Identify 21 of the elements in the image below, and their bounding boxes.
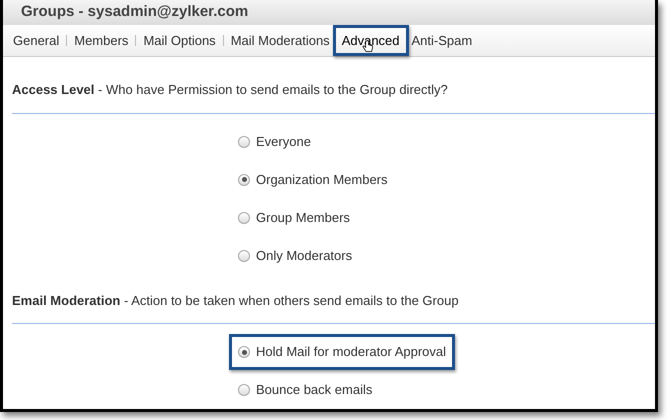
- radio-button[interactable]: [238, 384, 250, 396]
- radio-button[interactable]: [238, 136, 250, 148]
- radio-option[interactable]: Hold Mail for moderator Approval: [229, 334, 456, 370]
- radio-option[interactable]: Everyone: [229, 124, 320, 160]
- tab[interactable]: Mail Moderations: [230, 30, 330, 50]
- section-heading: Email Moderation - Action to be taken when others send emails to the Group: [11, 292, 460, 310]
- window-title: Groups - sysadmin@zylker.com: [21, 2, 248, 22]
- radio-option[interactable]: Organization Members: [229, 162, 396, 198]
- tab[interactable]: Mail Options: [143, 30, 216, 50]
- tab[interactable]: Advanced: [332, 24, 409, 56]
- tab[interactable]: General: [13, 30, 60, 50]
- tab[interactable]: Members: [74, 30, 128, 50]
- radio-option[interactable]: Bounce back emails: [229, 372, 382, 408]
- radio-button[interactable]: [238, 250, 250, 262]
- radio-button[interactable]: [238, 174, 250, 186]
- section-heading: Access Level - Who have Permission to send emails to the Group directly?: [11, 81, 449, 99]
- tab[interactable]: Anti-Spam: [412, 30, 472, 50]
- radio-button[interactable]: [238, 212, 250, 224]
- radio-option[interactable]: Only Moderators: [229, 238, 362, 274]
- radio-option[interactable]: Group Members: [229, 200, 359, 236]
- radio-button[interactable]: [238, 346, 250, 358]
